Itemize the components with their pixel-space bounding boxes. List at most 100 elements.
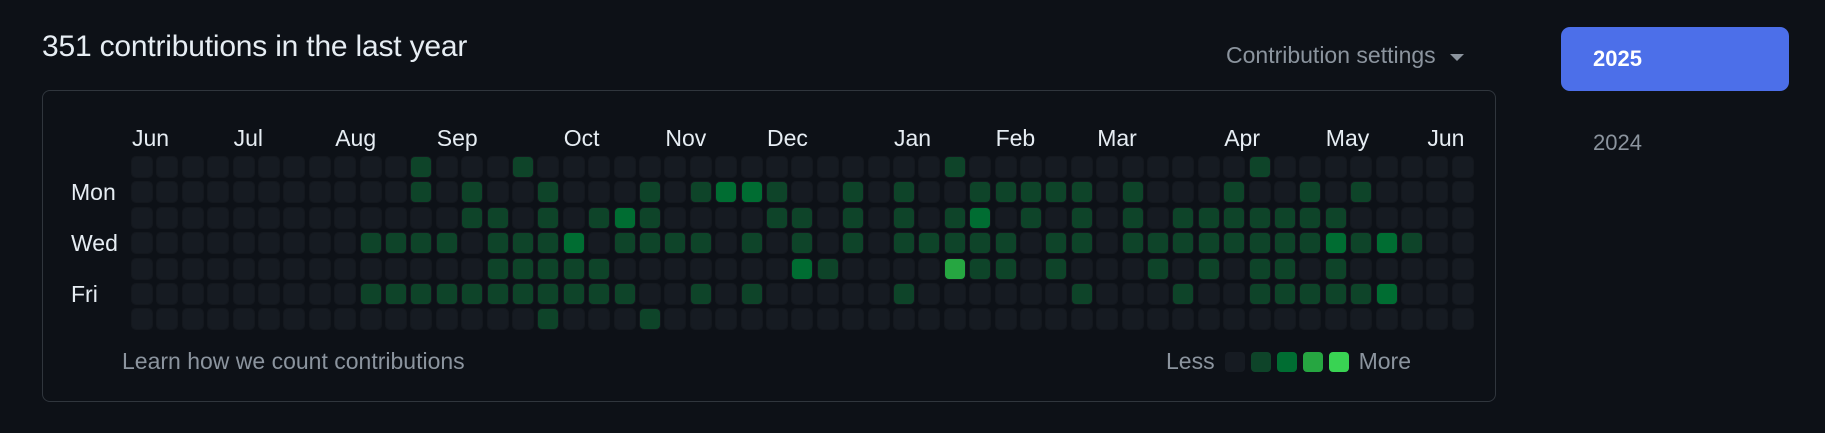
contribution-day-cell[interactable] <box>843 258 864 279</box>
contribution-day-cell[interactable] <box>665 207 686 228</box>
contribution-day-cell[interactable] <box>1249 233 1270 254</box>
contribution-day-cell[interactable] <box>538 157 559 177</box>
contribution-day-cell[interactable] <box>1275 182 1295 203</box>
contribution-day-cell[interactable] <box>1198 309 1219 330</box>
contribution-day-cell[interactable] <box>1249 309 1270 330</box>
contribution-day-cell[interactable] <box>563 233 584 254</box>
contribution-day-cell[interactable] <box>411 233 432 254</box>
contribution-day-cell[interactable] <box>589 284 610 304</box>
contribution-day-cell[interactable] <box>1402 258 1422 279</box>
contribution-day-cell[interactable] <box>335 182 356 203</box>
contribution-day-cell[interactable] <box>868 233 889 254</box>
contribution-day-cell[interactable] <box>868 284 889 304</box>
contribution-day-cell[interactable] <box>436 233 457 254</box>
contribution-day-cell[interactable] <box>1148 309 1168 330</box>
contribution-day-cell[interactable] <box>284 207 305 228</box>
contribution-day-cell[interactable] <box>157 207 178 228</box>
contribution-day-cell[interactable] <box>563 182 584 203</box>
contribution-day-cell[interactable] <box>944 284 965 304</box>
contribution-day-cell[interactable] <box>1097 258 1118 279</box>
contribution-day-cell[interactable] <box>1275 207 1295 228</box>
contribution-day-cell[interactable] <box>1046 233 1067 254</box>
contribution-day-cell[interactable] <box>640 258 660 279</box>
contribution-day-cell[interactable] <box>411 258 432 279</box>
contribution-day-cell[interactable] <box>233 309 254 330</box>
contribution-day-cell[interactable] <box>1046 207 1067 228</box>
contribution-day-cell[interactable] <box>233 182 254 203</box>
contribution-day-cell[interactable] <box>1198 258 1219 279</box>
contribution-day-cell[interactable] <box>233 258 254 279</box>
contribution-day-cell[interactable] <box>132 284 152 304</box>
contribution-day-cell[interactable] <box>1173 207 1194 228</box>
contribution-day-cell[interactable] <box>513 233 533 254</box>
contribution-day-cell[interactable] <box>589 207 610 228</box>
contribution-day-cell[interactable] <box>563 258 584 279</box>
contribution-day-cell[interactable] <box>411 207 432 228</box>
contribution-day-cell[interactable] <box>1071 309 1092 330</box>
contribution-day-cell[interactable] <box>132 258 152 279</box>
contribution-day-cell[interactable] <box>767 258 787 279</box>
contribution-day-cell[interactable] <box>1325 207 1346 228</box>
contribution-day-cell[interactable] <box>309 258 330 279</box>
contribution-day-cell[interactable] <box>1198 182 1219 203</box>
contribution-day-cell[interactable] <box>1402 309 1422 330</box>
contribution-day-cell[interactable] <box>614 284 635 304</box>
contribution-day-cell[interactable] <box>690 284 711 304</box>
contribution-day-cell[interactable] <box>182 157 203 177</box>
contribution-day-cell[interactable] <box>1071 157 1092 177</box>
contribution-day-cell[interactable] <box>1046 157 1067 177</box>
contribution-day-cell[interactable] <box>944 207 965 228</box>
contribution-day-cell[interactable] <box>614 182 635 203</box>
contribution-day-cell[interactable] <box>284 258 305 279</box>
contribution-day-cell[interactable] <box>1071 207 1092 228</box>
contribution-day-cell[interactable] <box>1427 284 1448 304</box>
contribution-day-cell[interactable] <box>1452 207 1473 228</box>
contribution-day-cell[interactable] <box>1427 233 1448 254</box>
contribution-day-cell[interactable] <box>132 207 152 228</box>
contribution-day-cell[interactable] <box>944 258 965 279</box>
contribution-day-cell[interactable] <box>741 309 762 330</box>
contribution-day-cell[interactable] <box>1300 233 1321 254</box>
contribution-day-cell[interactable] <box>259 182 279 203</box>
contribution-day-cell[interactable] <box>1376 284 1397 304</box>
contribution-day-cell[interactable] <box>919 233 940 254</box>
contribution-day-cell[interactable] <box>1046 309 1067 330</box>
contribution-day-cell[interactable] <box>1122 182 1143 203</box>
contribution-day-cell[interactable] <box>868 258 889 279</box>
contribution-day-cell[interactable] <box>614 157 635 177</box>
contribution-day-cell[interactable] <box>309 207 330 228</box>
contribution-day-cell[interactable] <box>690 182 711 203</box>
contribution-day-cell[interactable] <box>208 258 229 279</box>
contribution-day-cell[interactable] <box>741 182 762 203</box>
contribution-day-cell[interactable] <box>1224 284 1245 304</box>
contribution-day-cell[interactable] <box>1198 207 1219 228</box>
contribution-day-cell[interactable] <box>1300 157 1321 177</box>
contribution-day-cell[interactable] <box>1046 258 1067 279</box>
contribution-day-cell[interactable] <box>462 207 483 228</box>
contribution-day-cell[interactable] <box>1021 233 1041 254</box>
contribution-day-cell[interactable] <box>1427 309 1448 330</box>
contribution-day-cell[interactable] <box>360 207 381 228</box>
contribution-day-cell[interactable] <box>640 157 660 177</box>
contribution-day-cell[interactable] <box>1021 258 1041 279</box>
contribution-day-cell[interactable] <box>157 157 178 177</box>
contribution-day-cell[interactable] <box>716 258 737 279</box>
contribution-day-cell[interactable] <box>843 233 864 254</box>
contribution-day-cell[interactable] <box>1224 258 1245 279</box>
contribution-day-cell[interactable] <box>741 233 762 254</box>
contribution-day-cell[interactable] <box>259 157 279 177</box>
contribution-day-cell[interactable] <box>1427 207 1448 228</box>
contribution-day-cell[interactable] <box>563 207 584 228</box>
contribution-day-cell[interactable] <box>665 233 686 254</box>
contribution-day-cell[interactable] <box>995 258 1016 279</box>
contribution-day-cell[interactable] <box>1148 233 1168 254</box>
contribution-day-cell[interactable] <box>1402 207 1422 228</box>
contribution-day-cell[interactable] <box>208 207 229 228</box>
contribution-day-cell[interactable] <box>970 233 991 254</box>
contribution-day-cell[interactable] <box>690 258 711 279</box>
contribution-day-cell[interactable] <box>995 207 1016 228</box>
contribution-day-cell[interactable] <box>208 182 229 203</box>
contribution-day-cell[interactable] <box>1071 233 1092 254</box>
contribution-day-cell[interactable] <box>843 309 864 330</box>
contribution-day-cell[interactable] <box>640 309 660 330</box>
